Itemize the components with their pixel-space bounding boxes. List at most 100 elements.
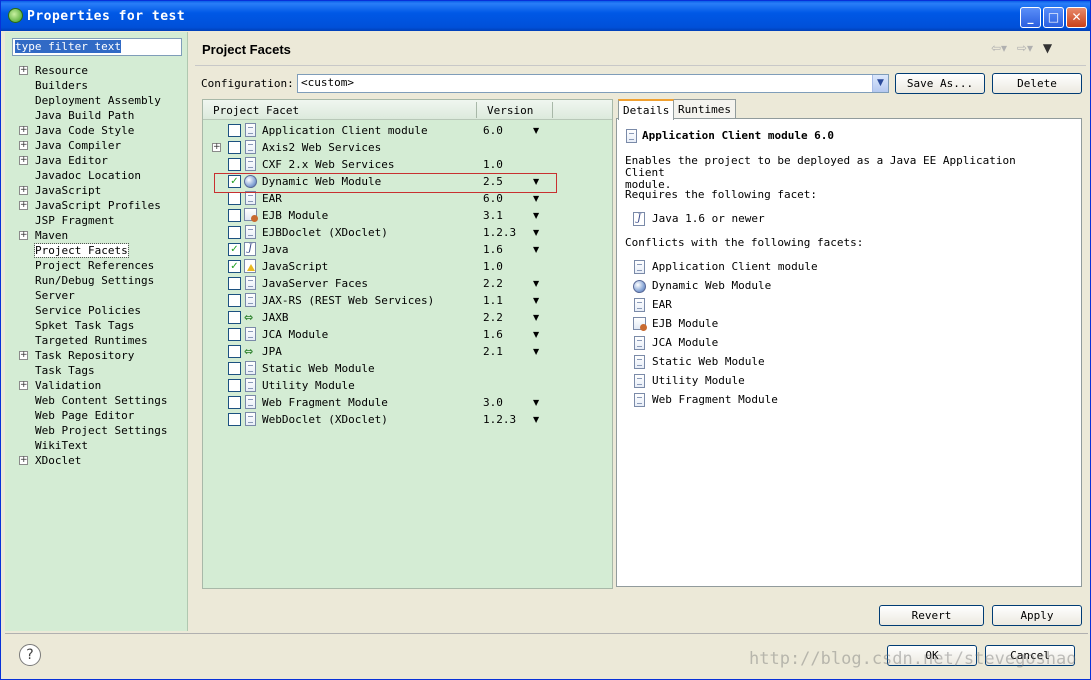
expand-icon[interactable]: + [19,156,28,165]
facet-checkbox[interactable] [228,294,241,307]
facet-checkbox[interactable] [228,226,241,239]
chevron-down-icon[interactable]: ▼ [533,241,539,258]
facet-checkbox[interactable] [228,396,241,409]
facet-checkbox[interactable] [228,209,241,222]
facet-checkbox[interactable] [228,141,241,154]
facet-version[interactable]: 3.1 [483,207,503,224]
nav-item[interactable]: + Java Editor [19,153,167,168]
chevron-down-icon[interactable]: ▼ [872,75,888,92]
nav-item[interactable]: Web Project Settings [19,423,167,438]
column-divider[interactable] [552,102,553,118]
chevron-down-icon[interactable]: ▼ [533,275,539,292]
facet-row[interactable]: ⇔ JPA 2.1 ▼ [203,343,612,360]
facet-checkbox[interactable] [228,124,241,137]
facet-checkbox[interactable] [228,413,241,426]
filter-input[interactable]: type filter text [12,38,182,56]
nav-item[interactable]: + Validation [19,378,167,393]
nav-item[interactable]: + Task Repository [19,348,167,363]
chevron-down-icon[interactable]: ▼ [533,326,539,343]
expand-icon[interactable]: + [19,231,28,240]
facet-checkbox[interactable] [228,158,241,171]
nav-item[interactable]: + Maven [19,228,167,243]
nav-item[interactable]: Task Tags [19,363,167,378]
nav-item[interactable]: + JavaScript Profiles [19,198,167,213]
nav-item[interactable]: Web Content Settings [19,393,167,408]
minimize-button[interactable]: _ [1020,7,1041,28]
expand-icon[interactable]: + [19,186,28,195]
nav-item[interactable]: Project Facets [19,243,167,258]
close-button[interactable]: ✕ [1066,7,1087,28]
facet-version[interactable]: 1.0 [483,156,503,173]
facet-checkbox[interactable] [228,311,241,324]
chevron-down-icon[interactable]: ▼ [533,343,539,360]
facet-row[interactable]: EJB Module 3.1 ▼ [203,207,612,224]
expand-icon[interactable]: + [19,456,28,465]
expand-icon[interactable]: + [19,126,28,135]
facet-version[interactable]: 1.0 [483,258,503,275]
facet-version[interactable]: 6.0 [483,122,503,139]
configuration-select[interactable]: <custom> ▼ [297,74,889,93]
facet-row[interactable]: ✓ J Java 1.6 ▼ [203,241,612,258]
nav-item[interactable]: Java Build Path [19,108,167,123]
facet-row[interactable]: ⇔ JAXB 2.2 ▼ [203,309,612,326]
facet-checkbox[interactable] [228,277,241,290]
nav-item[interactable]: + XDoclet [19,453,167,468]
expand-icon[interactable]: + [19,351,28,360]
chevron-down-icon[interactable]: ▼ [533,292,539,309]
facet-row[interactable]: + Axis2 Web Services [203,139,612,156]
nav-item[interactable]: Project References [19,258,167,273]
expand-icon[interactable]: + [212,143,221,152]
expand-icon[interactable]: + [19,141,28,150]
title-bar[interactable]: Properties for test _ □ ✕ [1,1,1090,31]
facet-row[interactable]: Utility Module [203,377,612,394]
facet-row[interactable]: ✓ JavaScript 1.0 [203,258,612,275]
facet-version[interactable]: 1.1 [483,292,503,309]
facet-row[interactable]: JAX-RS (REST Web Services) 1.1 ▼ [203,292,612,309]
view-menu-icon[interactable]: ▼ [1043,41,1052,55]
nav-item[interactable]: Spket Task Tags [19,318,167,333]
save-as-button[interactable]: Save As... [895,73,985,94]
maximize-button[interactable]: □ [1043,7,1064,28]
chevron-down-icon[interactable]: ▼ [533,122,539,139]
facet-row[interactable]: EJBDoclet (XDoclet) 1.2.3 ▼ [203,224,612,241]
facet-version[interactable]: 1.2.3 [483,224,516,241]
nav-item[interactable]: + Java Code Style [19,123,167,138]
column-divider[interactable] [476,102,477,118]
facet-row[interactable]: Application Client module 6.0 ▼ [203,122,612,139]
column-header-version[interactable]: Version [487,104,533,117]
facet-row[interactable]: JavaServer Faces 2.2 ▼ [203,275,612,292]
nav-item[interactable]: Server [19,288,167,303]
facet-row[interactable]: CXF 2.x Web Services 1.0 [203,156,612,173]
chevron-down-icon[interactable]: ▼ [533,411,539,428]
facet-row[interactable]: WebDoclet (XDoclet) 1.2.3 ▼ [203,411,612,428]
facet-checkbox[interactable]: ✓ [228,243,241,256]
facet-checkbox[interactable] [228,379,241,392]
expand-icon[interactable]: + [19,66,28,75]
expand-icon[interactable]: + [19,381,28,390]
nav-item[interactable]: Run/Debug Settings [19,273,167,288]
chevron-down-icon[interactable]: ▼ [533,207,539,224]
revert-button[interactable]: Revert [879,605,984,626]
facet-checkbox[interactable]: ✓ [228,260,241,273]
facet-row[interactable]: Static Web Module [203,360,612,377]
nav-item[interactable]: Service Policies [19,303,167,318]
back-arrow-icon[interactable]: ⇦▾ [991,41,1007,55]
facet-checkbox[interactable] [228,345,241,358]
nav-item[interactable]: Deployment Assembly [19,93,167,108]
forward-arrow-icon[interactable]: ⇨▾ [1017,41,1033,55]
delete-button[interactable]: Delete [992,73,1082,94]
nav-item[interactable]: + Resource [19,63,167,78]
chevron-down-icon[interactable]: ▼ [533,224,539,241]
facet-checkbox[interactable] [228,328,241,341]
nav-item[interactable]: JSP Fragment [19,213,167,228]
nav-item[interactable]: WikiText [19,438,167,453]
tab-runtimes[interactable]: Runtimes [673,99,736,119]
nav-item[interactable]: Targeted Runtimes [19,333,167,348]
chevron-down-icon[interactable]: ▼ [533,394,539,411]
nav-item[interactable]: Web Page Editor [19,408,167,423]
facet-version[interactable]: 3.0 [483,394,503,411]
facet-version[interactable]: 1.6 [483,326,503,343]
nav-item[interactable]: Javadoc Location [19,168,167,183]
facet-checkbox[interactable] [228,192,241,205]
tab-details[interactable]: Details [618,99,675,120]
